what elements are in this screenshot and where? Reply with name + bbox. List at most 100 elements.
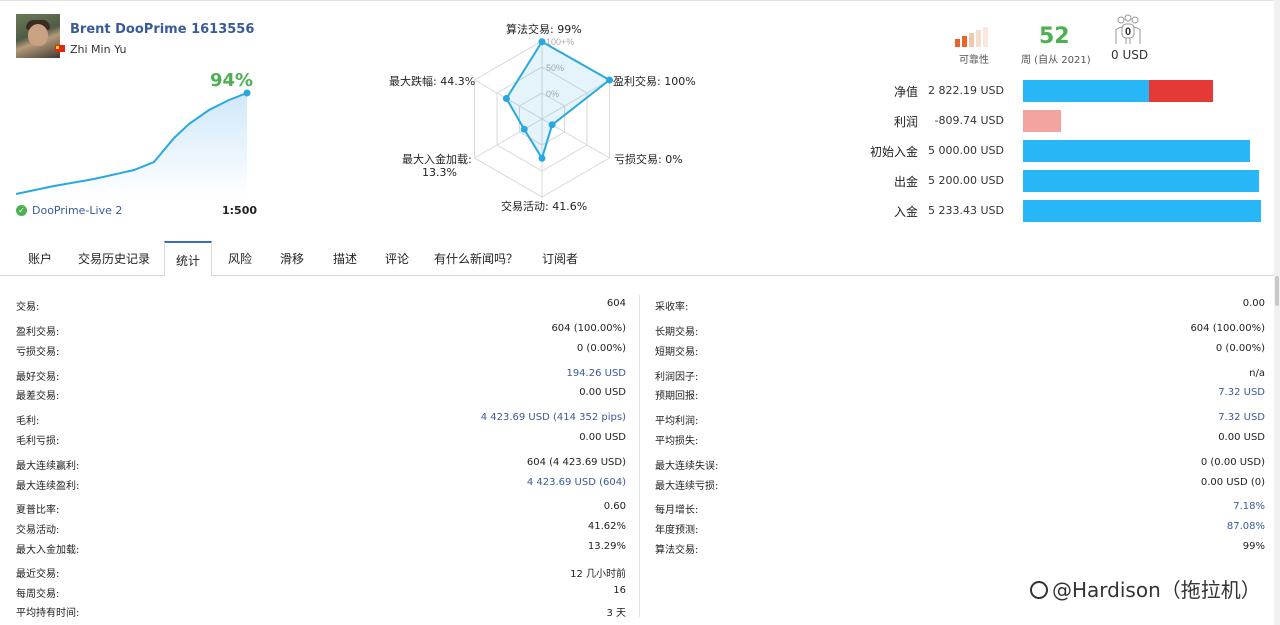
tab-0[interactable]: 账户: [16, 241, 64, 276]
stat-left-key: 最好交易:: [16, 372, 60, 383]
stat-left-key: 毛利:: [16, 416, 40, 427]
stat-right-row: 采收率: 0.00: [655, 298, 1267, 313]
stat-left-row: 最大连续盈利: 4 423.69 USD (604): [16, 477, 628, 492]
stat-left-value: 604 (4 423.69 USD): [526, 457, 626, 468]
stat-left-row: 交易: 604: [16, 298, 628, 313]
radar-label-deposit-load-value: 13.3%: [422, 166, 457, 179]
subscribers-count: 0: [1125, 26, 1131, 38]
stat-left-value: 194.26 USD: [566, 368, 626, 379]
subscribers-usd: 0 USD: [1111, 48, 1149, 62]
stat-right-row: 算法交易: 99%: [655, 541, 1267, 556]
radar-label-activity: 交易活动: 41.6%: [501, 200, 588, 213]
stat-left-value: 16: [613, 585, 626, 596]
radar-label-drawdown: 最大跌幅: 44.3%: [389, 75, 476, 88]
signal-page: Brent DooPrime 1613556 Zhi Min Yu 94% ✓ …: [0, 0, 1280, 625]
stat-left-value: 4 423.69 USD (604): [526, 477, 626, 488]
stat-left-value: 0.60: [603, 501, 626, 512]
finance-label-profit: 利润: [893, 115, 918, 129]
growth-chart: [15, 89, 251, 198]
stat-left-row: 最好交易: 194.26 USD: [16, 368, 628, 383]
stat-left-row: 最差交易: 0.00 USD: [16, 387, 628, 402]
stat-right-value: 0.00 USD (0): [1200, 477, 1265, 488]
finance-bar-deposit: [1023, 200, 1261, 222]
stat-left-row: 毛利亏损: 0.00 USD: [16, 432, 628, 447]
stat-left-value: 41.62%: [587, 521, 626, 532]
avatar[interactable]: [16, 14, 60, 58]
finance-bar-segment: [1023, 140, 1250, 162]
finance-bar-withdrawal: [1023, 170, 1261, 192]
finance-value-withdrawal: 5 200.00 USD: [928, 174, 1004, 187]
stat-left-row: 亏损交易: 0 (0.00%): [16, 343, 628, 358]
tab-2[interactable]: 统计: [164, 241, 212, 277]
stat-right-value: 0.00: [1242, 298, 1265, 309]
finance-bar-initial-deposit: [1023, 140, 1261, 162]
stat-left-key: 交易活动:: [16, 525, 60, 536]
stat-right-key: 最大连续亏损:: [655, 481, 719, 492]
stat-right-value: 0 (0.00%): [1215, 343, 1265, 354]
finance-value-deposit: 5 233.43 USD: [928, 204, 1004, 217]
stat-left-row: 盈利交易: 604 (100.00%): [16, 323, 628, 338]
stat-left-value: 12 几小时前: [570, 569, 626, 580]
finance-label-withdrawal: 出金: [893, 175, 918, 189]
stat-right-key: 预期回报:: [655, 391, 699, 402]
tab-7[interactable]: 有什么新闻吗？: [424, 241, 528, 276]
stat-right-key: 平均损失:: [655, 436, 699, 447]
tab-1[interactable]: 交易历史记录: [66, 241, 162, 276]
radar-series: [505, 40, 612, 161]
radar-label-algo: 算法交易: 99%: [506, 23, 582, 36]
stat-left-value: 13.29%: [587, 541, 626, 552]
watermark-text: @Hardison（拖拉机）: [1052, 578, 1261, 602]
account-name[interactable]: Brent DooPrime 1613556: [70, 22, 254, 37]
stat-right-key: 每月增长:: [655, 505, 699, 516]
stat-left-key: 每周交易:: [16, 589, 60, 600]
stat-right-value: 7.18%: [1233, 501, 1265, 512]
stat-right-row: 利润因子: n/a: [655, 368, 1267, 383]
radar-point-deposit-load: [520, 125, 528, 133]
account-user-name[interactable]: Zhi Min Yu: [70, 43, 127, 56]
finance-bar-segment: [1023, 110, 1061, 132]
radar-point-drawdown: [502, 95, 510, 102]
tab-5[interactable]: 描述: [320, 241, 370, 276]
flag-icon: [55, 45, 65, 52]
tab-4[interactable]: 滑移: [266, 241, 318, 276]
avatar-face: [28, 24, 48, 46]
stat-right-value: 0.00 USD: [1218, 432, 1265, 443]
finance-bar-segment: [1023, 170, 1259, 192]
finance-label-equity: 净值: [893, 85, 918, 99]
finance-bar-segment: [1023, 200, 1261, 222]
growth-endpoint: [243, 89, 251, 97]
tab-3[interactable]: 风险: [216, 241, 264, 276]
stat-right-value: 87.08%: [1226, 521, 1265, 532]
stat-left-key: 最近交易:: [16, 569, 60, 580]
stat-right-key: 长期交易:: [655, 327, 699, 338]
stat-left-value: 0.00 USD: [579, 432, 626, 443]
tab-6[interactable]: 评论: [372, 241, 422, 276]
stat-left-row: 夏普比率: 0.60: [16, 501, 628, 516]
stat-left-value: 4 423.69 USD (414 352 pips): [480, 412, 626, 423]
subscribers-icon: 0: [1115, 14, 1141, 44]
radar-point-profit: [606, 76, 613, 84]
stat-right-value: 99%: [1242, 541, 1265, 552]
broker-server[interactable]: DooPrime-Live 2: [32, 204, 122, 217]
weeks-label: 周 (自从 2021): [1021, 55, 1091, 66]
watermark: @Hardison（拖拉机）: [1030, 574, 1261, 603]
stat-left-key: 盈利交易:: [16, 327, 60, 338]
radar-point-loss: [548, 121, 556, 129]
finance-bar-segment: [1149, 80, 1213, 102]
radar-point-activity: [538, 154, 546, 162]
tab-8[interactable]: 订阅者: [530, 241, 590, 276]
zhihu-logo-icon: [1030, 581, 1048, 599]
finance-value-profit: -809.74 USD: [934, 114, 1004, 127]
stats-divider: [639, 295, 640, 617]
scrollbar-thumb[interactable]: [1275, 276, 1279, 306]
stat-right-key: 平均利润:: [655, 416, 699, 427]
stat-left-key: 最大入金加载:: [16, 545, 80, 556]
stat-left-key: 最大连续盈利:: [16, 481, 80, 492]
tab-bar: 账户 交易历史记录 统计 风险 滑移 描述 评论 有什么新闻吗？ 订阅者: [0, 241, 1280, 277]
stat-left-row: 毛利: 4 423.69 USD (414 352 pips): [16, 412, 628, 427]
scrollbar[interactable]: [1274, 0, 1280, 625]
stat-left-row: 最大连续赢利: 604 (4 423.69 USD): [16, 457, 628, 472]
stat-left-key: 最大连续赢利:: [16, 461, 80, 472]
stat-right-row: 每月增长: 7.18%: [655, 501, 1267, 516]
leverage: 1:500: [222, 204, 258, 217]
